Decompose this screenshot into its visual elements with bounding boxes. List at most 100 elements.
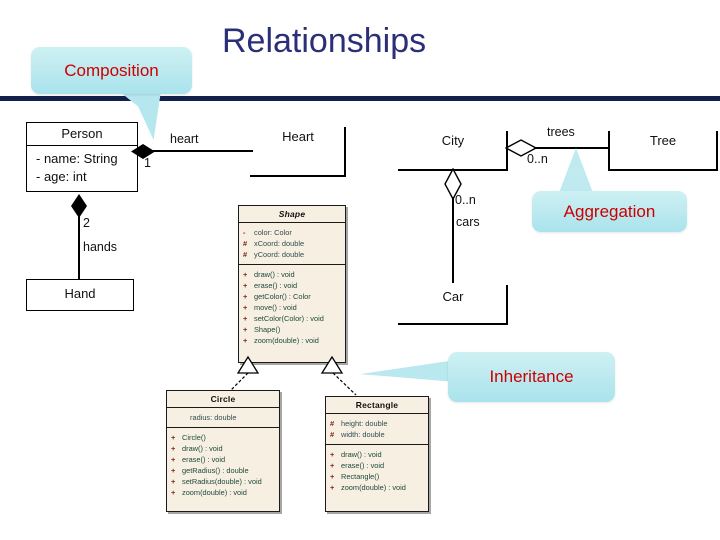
circle-method-getradius: + getRadius() : double — [171, 465, 277, 476]
rectangle-method-erase-text: erase() : void — [341, 461, 385, 470]
circle-method-zoom-visibility: + — [171, 488, 176, 497]
heart-box-title: Heart — [282, 129, 314, 144]
shape-attr-color: - color: Color — [243, 227, 343, 238]
tree-box[interactable]: Tree — [608, 131, 718, 171]
rectangle-attr-width: # width: double — [330, 429, 426, 440]
circle-method-constructor: + Circle() — [171, 432, 277, 443]
city-tree-line — [534, 147, 610, 149]
heart-box[interactable]: Heart — [250, 127, 346, 177]
trees-multiplicity-label: 0..n — [527, 152, 548, 166]
person-box[interactable]: Person - name: String - age: int — [26, 122, 138, 192]
heart-multiplicity-label: 1 — [144, 156, 151, 170]
circle-method-setradius-text: setRadius(double) : void — [182, 477, 262, 486]
rectangle-method-zoom-text: zoom(double) : void — [341, 483, 406, 492]
rectangle-method-zoom: + zoom(double) : void — [330, 482, 426, 493]
hand-multiplicity-label: 2 — [83, 216, 90, 230]
rectangle-method-erase-visibility: + — [330, 461, 335, 470]
shape-method-draw-visibility: + — [243, 270, 248, 279]
slide-canvas: Relationships Composition Person - name:… — [0, 0, 720, 540]
rectangle-method-constructor-text: Rectangle() — [341, 472, 380, 481]
circle-method-erase-text: erase() : void — [182, 455, 226, 464]
tree-box-edge-bottom — [608, 169, 718, 171]
circle-method-erase-visibility: + — [171, 455, 176, 464]
shape-class-name: Shape — [239, 206, 345, 223]
rectangle-method-constructor: + Rectangle() — [330, 471, 426, 482]
shape-method-draw: + draw() : void — [243, 269, 343, 280]
rectangle-attr-width-visibility: # — [330, 430, 335, 439]
composition-callout-label: Composition — [64, 60, 159, 80]
city-box-title: City — [441, 133, 465, 148]
rectangle-method-erase: + erase() : void — [330, 460, 426, 471]
tree-box-title: Tree — [649, 133, 677, 148]
circle-method-draw-visibility: + — [171, 444, 176, 453]
heart-role-label: heart — [170, 132, 199, 146]
rectangle-methods-section: + draw() : void + erase() : void + Recta… — [326, 445, 428, 497]
shape-method-zoom: + zoom(double) : void — [243, 335, 343, 346]
circle-method-getradius-text: getRadius() : double — [182, 466, 249, 475]
shape-method-getcolor: + getColor() : Color — [243, 291, 343, 302]
inheritance-callout[interactable]: Inheritance — [448, 352, 615, 402]
person-attr-name: - name: String — [36, 151, 118, 166]
circle-method-zoom: + zoom(double) : void — [171, 487, 277, 498]
car-box[interactable]: Car — [398, 285, 508, 325]
shape-method-setcolor: + setColor(Color) : void — [243, 313, 343, 324]
shape-method-zoom-text: zoom(double) : void — [254, 336, 319, 345]
inheritance-callout-label: Inheritance — [489, 367, 574, 386]
shape-attr-color-visibility: - — [243, 228, 246, 237]
person-box-title: Person — [61, 126, 103, 141]
circle-method-erase: + erase() : void — [171, 454, 277, 465]
city-car-line — [452, 197, 454, 283]
rectangle-attr-width-text: width: double — [341, 430, 385, 439]
shape-class-box[interactable]: Shape - color: Color # xCoord: double # … — [238, 205, 346, 363]
city-box[interactable]: City — [398, 131, 508, 171]
circle-class-box[interactable]: Circle radius: double + Circle() + draw(… — [166, 390, 280, 512]
car-box-edge-bottom — [398, 323, 508, 325]
shape-methods-section: + draw() : void + erase() : void + getCo… — [239, 265, 345, 350]
circle-methods-section: + Circle() + draw() : void + erase() : v… — [167, 428, 279, 502]
rectangle-class-name: Rectangle — [326, 397, 428, 414]
rectangle-method-draw-visibility: + — [330, 450, 335, 459]
tree-box-edge-left — [608, 131, 610, 171]
circle-attributes-section: radius: double — [167, 408, 279, 428]
heart-box-edge-right — [344, 127, 346, 177]
hands-role-label: hands — [83, 240, 118, 254]
hand-box[interactable]: Hand — [26, 279, 134, 311]
composition-callout[interactable]: Composition — [31, 47, 192, 94]
hand-box-title: Hand — [64, 286, 96, 301]
car-box-edge-right — [506, 285, 508, 325]
heart-box-edge-bottom — [250, 175, 346, 177]
rectangle-method-zoom-visibility: + — [330, 483, 335, 492]
circle-class-name: Circle — [167, 391, 279, 408]
circle-method-setradius-visibility: + — [171, 477, 176, 486]
circle-attr-radius-text: radius: double — [190, 413, 237, 422]
shape-attr-color-text: color: Color — [254, 228, 292, 237]
circle-method-setradius: + setRadius(double) : void — [171, 476, 277, 487]
page-title: Relationships — [222, 22, 427, 60]
shape-method-erase: + erase() : void — [243, 280, 343, 291]
trees-role-label: trees — [547, 125, 575, 139]
shape-method-getcolor-visibility: + — [243, 292, 248, 301]
shape-attr-xcoord-visibility: # — [243, 239, 248, 248]
circle-attr-radius: radius: double — [179, 412, 277, 423]
person-box-attributes: - name: String - age: int — [27, 146, 137, 190]
title-divider — [0, 96, 720, 101]
shape-method-constructor-text: Shape() — [254, 325, 281, 334]
shape-attr-xcoord-text: xCoord: double — [254, 239, 305, 248]
shape-method-erase-text: erase() : void — [254, 281, 298, 290]
circle-method-constructor-visibility: + — [171, 433, 176, 442]
shape-attr-ycoord: # yCoord: double — [243, 249, 343, 260]
rectangle-method-draw-text: draw() : void — [341, 450, 382, 459]
shape-method-move-visibility: + — [243, 303, 248, 312]
circle-method-zoom-text: zoom(double) : void — [182, 488, 247, 497]
shape-method-setcolor-visibility: + — [243, 314, 248, 323]
inheritance-line-rectangle — [332, 372, 357, 396]
inheritance-callout-tail — [360, 360, 456, 382]
rectangle-attr-height-text: height: double — [341, 419, 388, 428]
rectangle-attributes-section: # height: double # width: double — [326, 414, 428, 445]
shape-method-erase-visibility: + — [243, 281, 248, 290]
shape-attr-ycoord-text: yCoord: double — [254, 250, 305, 259]
aggregation-callout[interactable]: Aggregation — [532, 191, 687, 232]
person-attr-age: - age: int — [36, 169, 87, 184]
rectangle-class-box[interactable]: Rectangle # height: double # width: doub… — [325, 396, 429, 512]
circle-method-constructor-text: Circle() — [182, 433, 206, 442]
